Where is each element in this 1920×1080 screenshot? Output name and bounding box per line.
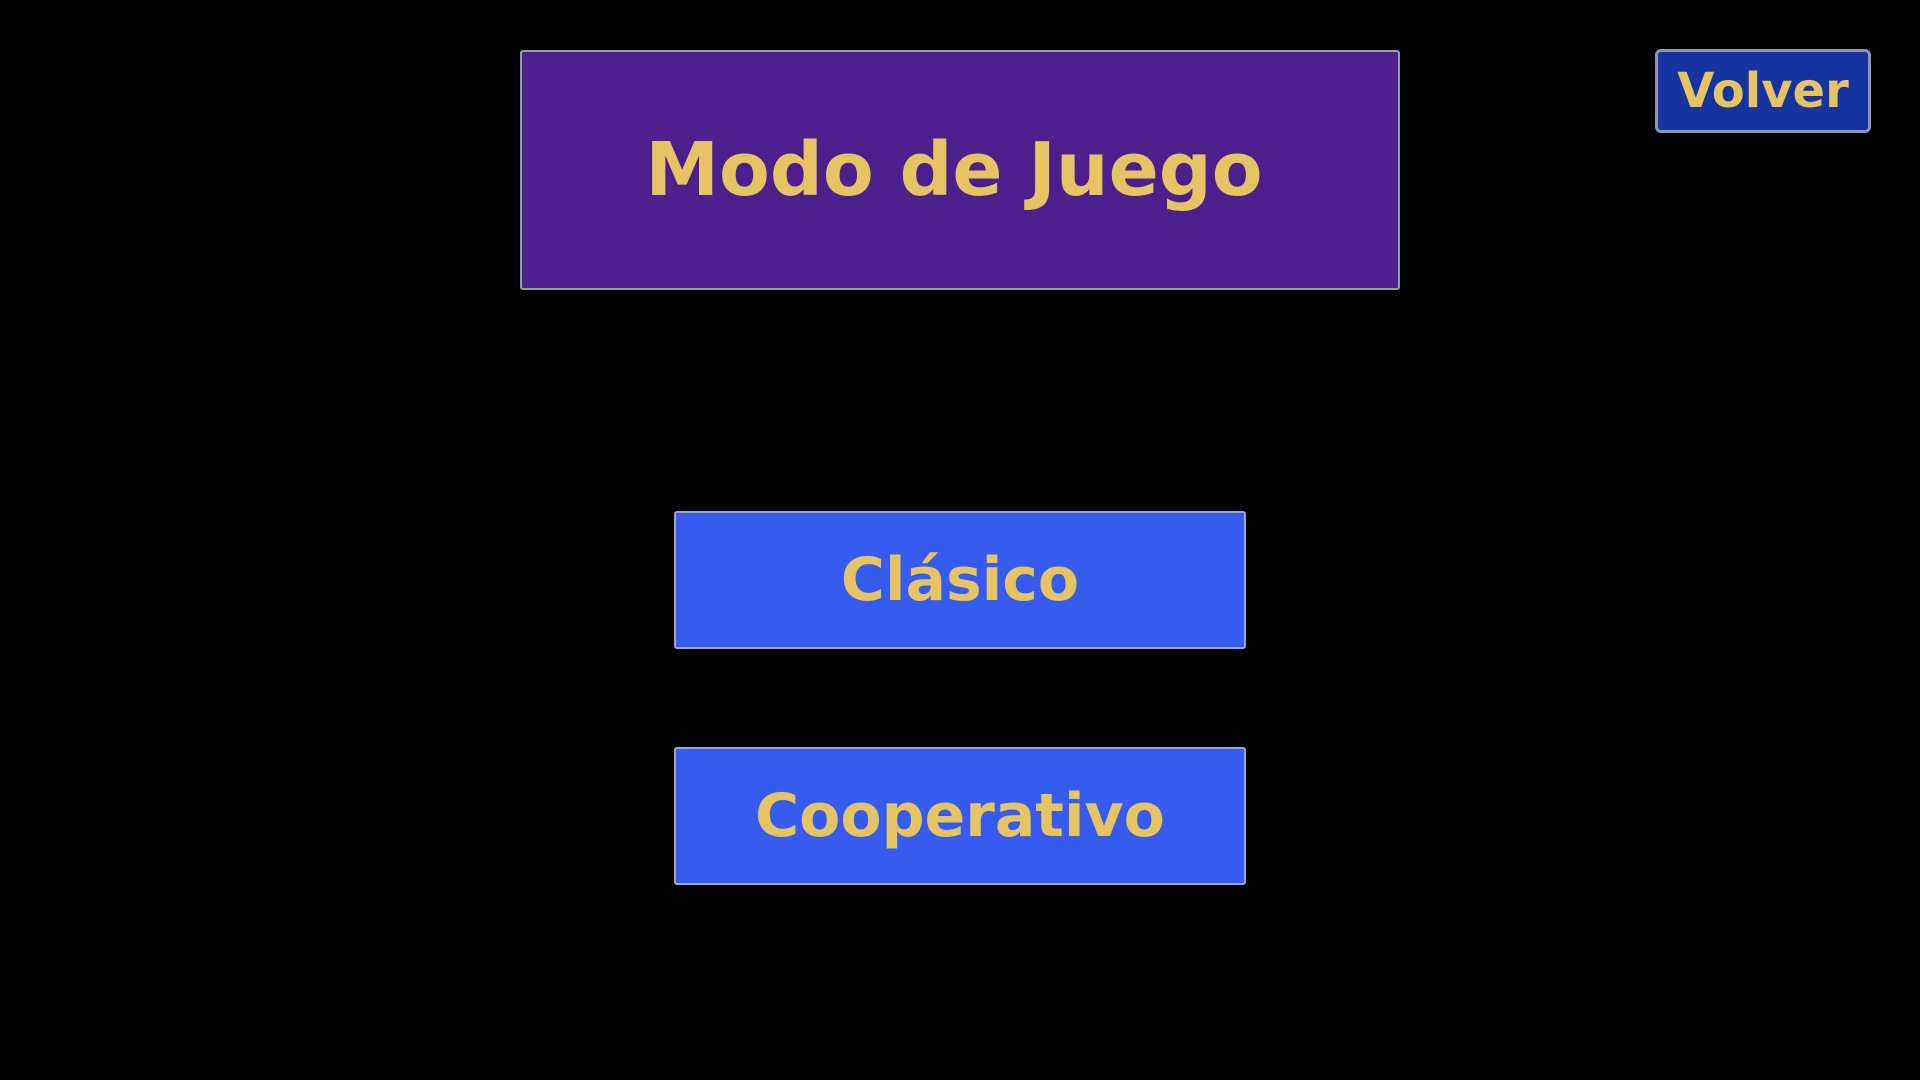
back-button-label: Volver xyxy=(1677,63,1849,119)
cooperative-mode-label: Cooperativo xyxy=(755,781,1165,851)
back-button[interactable]: Volver xyxy=(1655,49,1871,133)
classic-mode-button[interactable]: Clásico xyxy=(674,511,1246,649)
page-title: Modo de Juego xyxy=(645,127,1263,213)
title-panel: Modo de Juego xyxy=(520,50,1400,290)
classic-mode-label: Clásico xyxy=(840,545,1080,615)
game-mode-screen: Modo de Juego Volver Clásico Cooperativo xyxy=(0,0,1920,1080)
cooperative-mode-button[interactable]: Cooperativo xyxy=(674,747,1246,885)
